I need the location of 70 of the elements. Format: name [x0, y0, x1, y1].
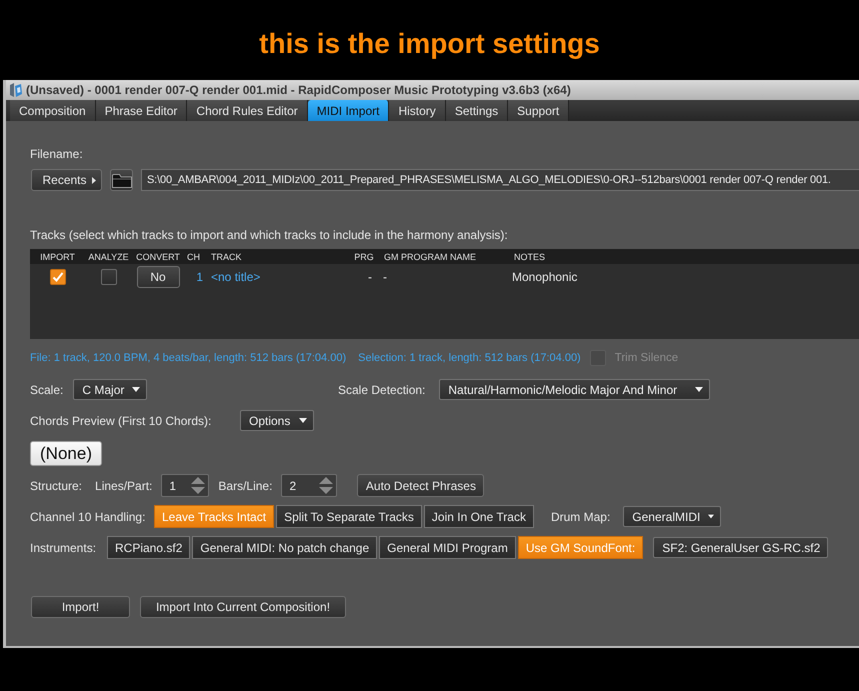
instrument-option-button[interactable]: General MIDI: No patch change: [192, 536, 378, 559]
drum-map-label: Drum Map:: [550, 510, 610, 524]
channel-option-button[interactable]: Join In One Track: [424, 505, 534, 528]
structure-label: Structure:: [30, 478, 82, 492]
tab[interactable]: History: [389, 100, 446, 121]
caret-icon: [695, 387, 704, 392]
instrument-option-button[interactable]: RCPiano.sf2: [107, 536, 190, 559]
lines-per-part-label: Lines/Part:: [95, 478, 152, 492]
column-header: TRACK: [211, 252, 242, 262]
channel-cell: 1: [196, 270, 203, 284]
caption-title: this is the import settings: [259, 27, 600, 61]
tab[interactable]: Settings: [446, 100, 508, 121]
column-header: ANALYZE: [88, 252, 129, 262]
bars-per-line-spinner[interactable]: 2: [281, 474, 338, 497]
caret-icon: [92, 177, 96, 184]
up-arrow-icon[interactable]: [319, 477, 334, 484]
auto-detect-button[interactable]: Auto Detect Phrases: [357, 474, 484, 497]
column-header: NOTES: [514, 252, 546, 262]
import-button[interactable]: Import!: [31, 596, 130, 618]
trim-silence-label: Trim Silence: [614, 352, 678, 364]
selection-info: Selection: 1 track, length: 512 bars (17:04.00): [358, 352, 581, 364]
tab[interactable]: MIDI Import: [308, 100, 390, 121]
tab[interactable]: Composition: [10, 100, 96, 121]
caret-icon: [299, 418, 307, 423]
scale-detection-label: Scale Detection:: [338, 382, 426, 396]
tab[interactable]: Support: [508, 100, 570, 121]
filename-label: Filename:: [30, 147, 84, 161]
drum-map-dropdown[interactable]: GeneralMIDI: [623, 506, 722, 527]
column-header: CONVERT: [136, 252, 180, 262]
column-header: PRG: [354, 252, 374, 262]
scale-label: Scale:: [30, 382, 64, 396]
window-title: (Unsaved) - 0001 render 007-Q render 001.mid - RapidComposer Music Prototyping v3.6b3 (x64): [26, 83, 571, 97]
channel-option-button[interactable]: Split To Separate Tracks: [276, 505, 422, 528]
checkmark-icon: [52, 271, 64, 283]
tab[interactable]: Phrase Editor: [96, 100, 188, 121]
instrument-option-button[interactable]: General MIDI Program: [379, 536, 516, 559]
caret-icon: [708, 514, 714, 519]
import-button[interactable]: Import Into Current Composition!: [140, 596, 346, 618]
soundfont-dropdown[interactable]: SF2: GeneralUser GS-RC.sf2: [653, 537, 828, 558]
down-arrow-icon[interactable]: [191, 487, 206, 494]
chord-button[interactable]: (None): [30, 441, 102, 466]
convert-button[interactable]: No: [136, 266, 180, 288]
folder-icon: [112, 172, 132, 188]
bars-per-line-label: Bars/Line:: [218, 478, 272, 492]
tab[interactable]: Chord Rules Editor: [187, 100, 308, 121]
column-header: GM PROGRAM NAME: [384, 252, 476, 262]
instruments-label: Instruments:: [30, 540, 98, 554]
program-name-cell: -: [383, 270, 387, 284]
program-cell: -: [368, 270, 372, 284]
up-arrow-icon[interactable]: [191, 477, 206, 484]
lines-per-part-spinner[interactable]: 1: [161, 474, 210, 497]
track-name-link[interactable]: <no title>: [211, 270, 260, 284]
notes-cell: Monophonic: [512, 270, 578, 284]
caret-icon: [132, 387, 140, 392]
analyze-checkbox[interactable]: [100, 269, 116, 285]
column-header: CH: [187, 252, 200, 262]
path-field[interactable]: S:\00_AMBAR\004_2011_MIDIz\00_2011_Prepared_PHRASES\MELISMA_ALGO_MELODIES\0-ORJ--512bars\0001 render 007-Q render 001.: [141, 169, 859, 191]
app-icon: [9, 82, 23, 98]
options-dropdown[interactable]: Options: [240, 410, 314, 431]
recents-button[interactable]: Recents: [31, 169, 102, 191]
scale-detection-dropdown[interactable]: Natural/Harmonic/Melodic Major And Minor: [439, 379, 710, 400]
import-checkbox[interactable]: [50, 269, 66, 285]
channel-10-label: Channel 10 Handling:: [30, 510, 146, 524]
column-header: IMPORT: [40, 252, 75, 262]
browse-button[interactable]: [110, 169, 133, 191]
chords-preview-label: Chords Preview (First 10 Chords):: [30, 414, 212, 428]
file-info: File: 1 track, 120.0 BPM, 4 beats/bar, length: 512 bars (17:04.00): [30, 352, 346, 364]
down-arrow-icon[interactable]: [319, 487, 334, 494]
scale-dropdown[interactable]: C Major: [73, 379, 148, 400]
tracks-label: Tracks (select which tracks to import and which tracks to include in the harmony analysis):: [30, 228, 509, 242]
